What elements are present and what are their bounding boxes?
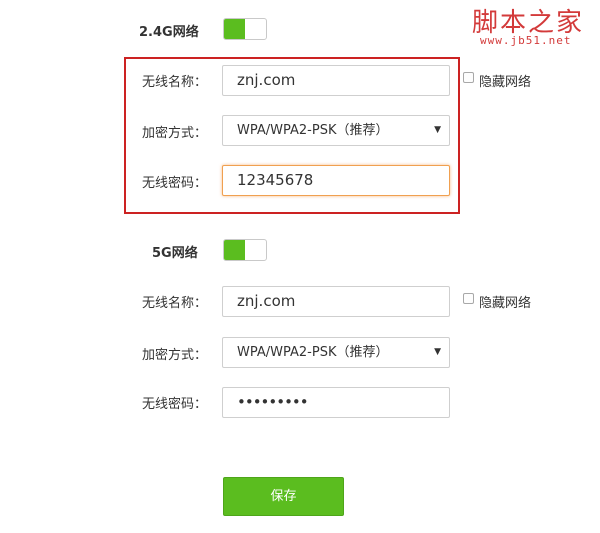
- hide-network-checkbox-5g[interactable]: [463, 293, 474, 304]
- security-label-5g: 加密方式：: [142, 348, 208, 363]
- dropdown-arrow-icon: ▼: [434, 347, 441, 357]
- security-select-5g[interactable]: WPA/WPA2-PSK（推荐） ▼: [222, 337, 450, 368]
- security-label-24g: 加密方式：: [142, 126, 208, 141]
- watermark-url: www.jb51.net: [480, 34, 572, 47]
- password-input-5g[interactable]: •••••••••: [222, 387, 450, 418]
- save-button[interactable]: 保存: [223, 477, 344, 516]
- security-select-5g-value: WPA/WPA2-PSK（推荐）: [237, 345, 389, 360]
- section-label-24g: 2.4G网络: [139, 25, 199, 40]
- hide-network-checkbox-24g[interactable]: [463, 72, 474, 83]
- ssid-input-24g[interactable]: znj.com: [222, 65, 450, 96]
- section-label-5g: 5G网络: [152, 246, 198, 261]
- ssid-label-24g: 无线名称：: [142, 75, 208, 90]
- toggle-5g[interactable]: [223, 239, 267, 261]
- toggle-5g-on-indicator: [224, 240, 245, 260]
- toggle-24g-on-indicator: [224, 19, 245, 39]
- hide-network-label-24g: 隐藏网络: [479, 75, 532, 90]
- password-label-5g: 无线密码：: [142, 397, 208, 412]
- ssid-input-5g[interactable]: znj.com: [222, 286, 450, 317]
- toggle-24g[interactable]: [223, 18, 267, 40]
- security-select-24g-value: WPA/WPA2-PSK（推荐）: [237, 123, 389, 138]
- dropdown-arrow-icon: ▼: [434, 125, 441, 135]
- hide-network-label-5g: 隐藏网络: [479, 296, 532, 311]
- security-select-24g[interactable]: WPA/WPA2-PSK（推荐） ▼: [222, 115, 450, 146]
- password-input-24g[interactable]: 12345678: [222, 165, 450, 196]
- ssid-label-5g: 无线名称：: [142, 296, 208, 311]
- password-label-24g: 无线密码：: [142, 176, 208, 191]
